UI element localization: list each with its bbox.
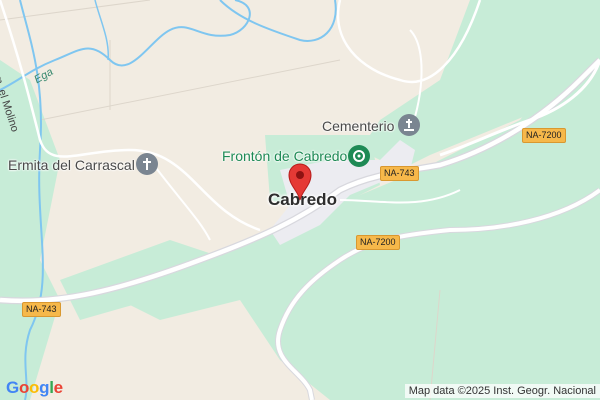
cross-grave-icon[interactable] [398,114,420,136]
logo-letter: e [53,378,63,397]
church-cross-icon[interactable] [136,153,158,175]
logo-letter: o [29,378,40,397]
river-stream-top [219,0,337,42]
road-shield-na-7200-south: NA-7200 [356,235,400,250]
map-canvas[interactable]: Cam. el Molino Ega Cementerio Frontón de… [0,0,600,400]
place-label-cemetery[interactable]: Cementerio [322,118,394,134]
place-label-fronton[interactable]: Frontón de Cabredo [222,148,347,164]
road-shield-na-743-west: NA-743 [22,302,61,317]
google-logo[interactable]: Google [6,378,63,398]
map-attribution[interactable]: Map data ©2025 Inst. Geogr. Nacional [404,384,600,398]
minor-road [149,159,211,241]
sports-target-icon[interactable] [348,145,370,167]
logo-letter: G [6,378,19,397]
logo-letter: o [18,378,30,397]
terrain-line [39,59,341,121]
road-shield-na-743-center: NA-743 [380,166,419,181]
map-pin-icon[interactable] [287,163,313,201]
road-shield-na-7200-east: NA-7200 [522,128,566,143]
logo-letter: g [39,378,50,397]
place-label-hermitage[interactable]: Ermita del Carrascal [8,157,135,173]
